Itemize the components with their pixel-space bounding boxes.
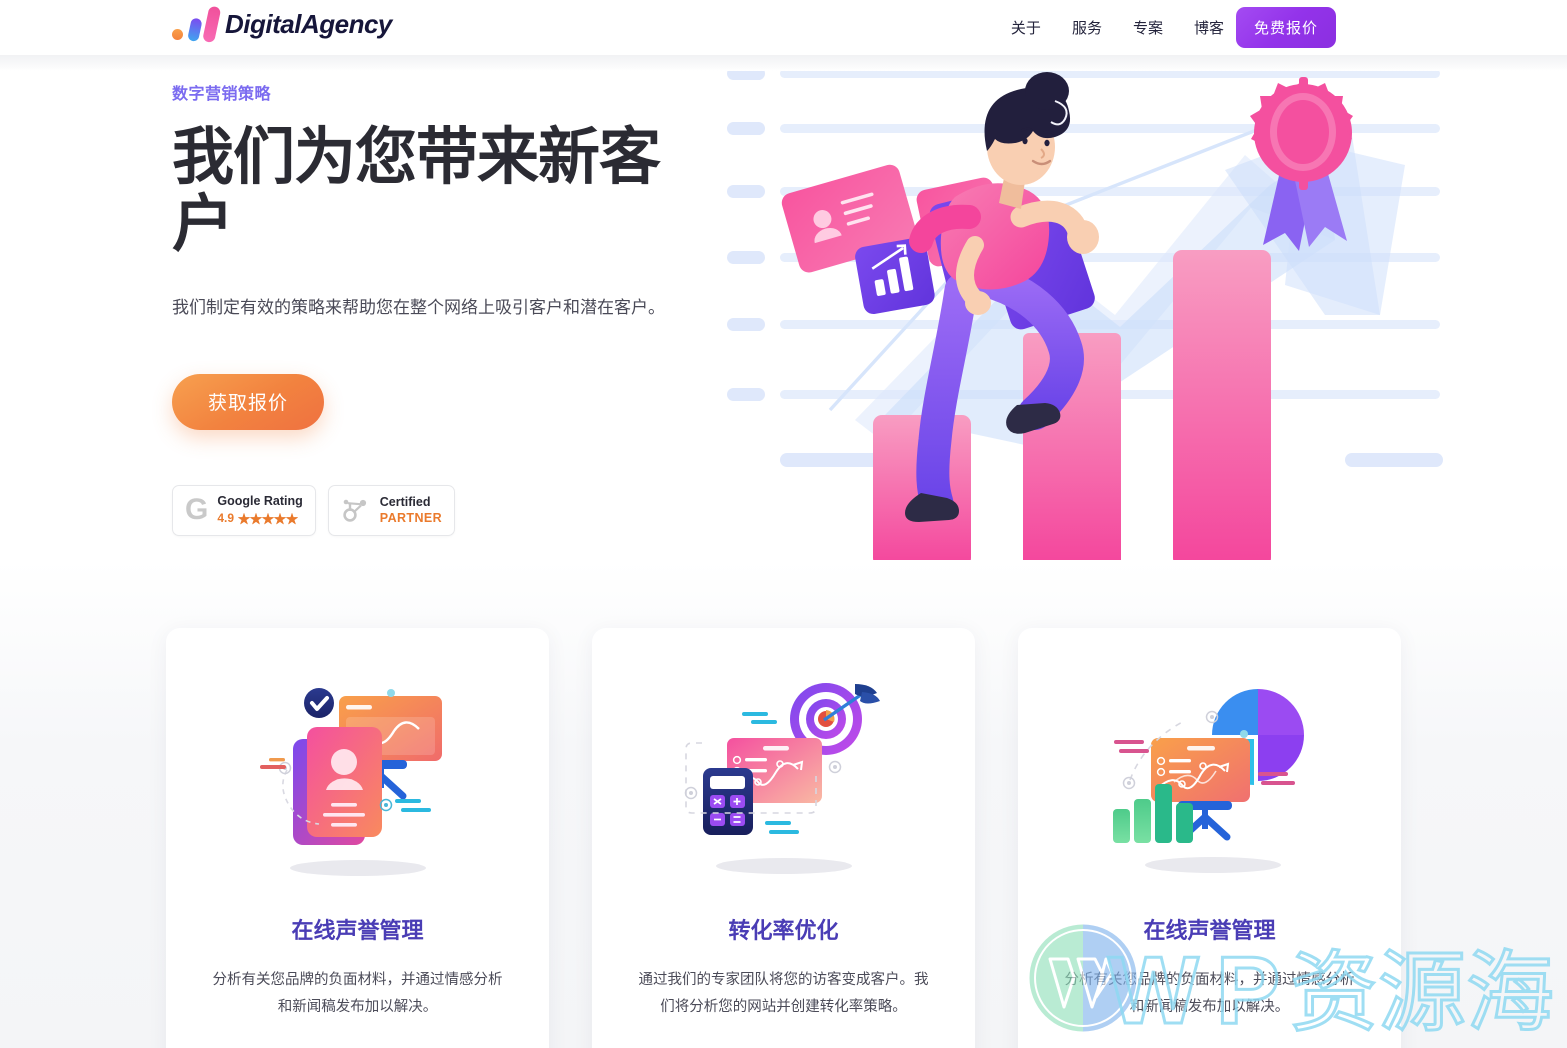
get-quote-button[interactable]: 获取报价: [172, 373, 324, 430]
google-rating-badge[interactable]: G Google Rating 4.9 ★★★★★: [172, 484, 316, 536]
free-quote-button[interactable]: 免费报价: [1236, 7, 1336, 48]
trust-badges: G Google Rating 4.9 ★★★★★ Certified PART…: [172, 484, 712, 536]
nav-item-services[interactable]: 服务: [1072, 17, 1102, 38]
google-rating-score: 4.9: [217, 511, 235, 526]
page-title: 我们为您带来新客户: [172, 120, 661, 260]
header-divider: [0, 55, 1567, 71]
partner-label: PARTNER: [379, 511, 443, 526]
hubspot-partner-badge[interactable]: Certified PARTNER: [327, 484, 456, 536]
certified-label: Certified: [379, 495, 431, 510]
service-card[interactable]: 在线声誉管理 分析有关您品牌的负面材料，并通过情感分析和新闻稿发布加以解决。: [1018, 628, 1401, 1048]
card-title: 在线声誉管理: [291, 919, 424, 944]
nav-item-about[interactable]: 关于: [1011, 17, 1041, 38]
logo-text: DigitalAgency: [225, 8, 392, 39]
service-cards: 在线声誉管理 分析有关您品牌的负面材料，并通过情感分析和新闻稿发布加以解决。 转…: [0, 628, 1567, 1048]
service-card[interactable]: 转化率优化 通过我们的专家团队将您的访客变成客户。我们将分析您的网站并创建转化率…: [592, 628, 975, 1048]
google-g-icon: G: [185, 493, 209, 527]
card-title: 在线声誉管理: [1143, 919, 1276, 944]
site-logo[interactable]: DigitalAgency: [172, 4, 392, 44]
landing-page: DigitalAgency 关于 服务 专案 博客 接触 免费报价 数字营销策略…: [0, 0, 1567, 1048]
nav-item-projects[interactable]: 专案: [1133, 17, 1163, 38]
target-calculator-conversion-illustration: [669, 672, 899, 887]
service-card[interactable]: 在线声誉管理 分析有关您品牌的负面材料，并通过情感分析和新闻稿发布加以解决。: [166, 628, 549, 1048]
nav-item-blog[interactable]: 博客: [1194, 17, 1224, 38]
card-description: 分析有关您品牌的负面材料，并通过情感分析和新闻稿发布加以解决。: [1064, 972, 1355, 1015]
hero-eyebrow: 数字营销策略: [172, 84, 272, 103]
card-title: 转化率优化: [728, 919, 839, 944]
rating-stars-icon: ★★★★★: [238, 511, 299, 526]
bar-chart-logo-icon: [172, 4, 222, 44]
hero-subtitle: 我们制定有效的策略来帮助您在整个网络上吸引客户和潜在客户。: [172, 297, 665, 318]
woman-climbing-bar-chart-illustration: [725, 65, 1445, 565]
analytics-pie-chart-illustration: [1095, 672, 1325, 887]
card-description: 通过我们的专家团队将您的访客变成客户。我们将分析您的网站并创建转化率策略。: [638, 972, 929, 1015]
hubspot-sprocket-icon: [341, 495, 371, 525]
reputation-profile-card-illustration: [243, 672, 473, 887]
site-header: DigitalAgency 关于 服务 专案 博客 接触 免费报价: [0, 0, 1567, 55]
hero-copy: 数字营销策略 我们为您带来新客户 我们制定有效的策略来帮助您在整个网络上吸引客户…: [172, 80, 712, 536]
hero-section: 数字营销策略 我们为您带来新客户 我们制定有效的策略来帮助您在整个网络上吸引客户…: [0, 55, 1567, 620]
card-description: 分析有关您品牌的负面材料，并通过情感分析和新闻稿发布加以解决。: [212, 972, 503, 1015]
google-rating-label: Google Rating: [217, 493, 303, 508]
